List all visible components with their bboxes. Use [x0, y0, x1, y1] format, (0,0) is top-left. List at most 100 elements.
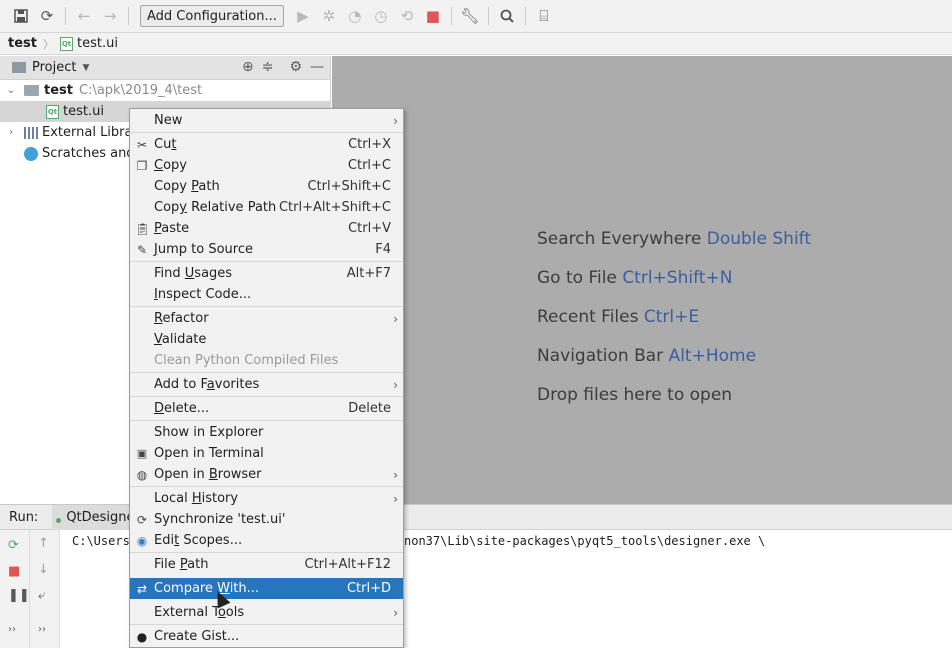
profile-icon[interactable]: ◷: [370, 5, 392, 27]
tree-external-libraries-label: External Librari: [42, 125, 142, 140]
menu-item-paste[interactable]: 📋︎ Paste Ctrl+V: [130, 218, 403, 239]
minimize-icon[interactable]: —: [310, 59, 324, 75]
menu-item-show-in-explorer[interactable]: Show in Explorer: [130, 422, 403, 443]
coverage-icon[interactable]: ◔: [344, 5, 366, 27]
menu-item-delete[interactable]: Delete... Delete: [130, 398, 403, 419]
ui-file-icon: Qt: [59, 36, 73, 51]
menu-item-label: Paste: [154, 221, 190, 236]
menu-item-shortcut: Ctrl+V: [348, 221, 391, 236]
search-icon[interactable]: [496, 5, 518, 27]
pause-icon[interactable]: ❚❚: [8, 588, 30, 603]
paste-icon: 📋︎: [135, 221, 151, 236]
menu-item-jump-to-source[interactable]: ✎ Jump to Source F4: [130, 239, 403, 260]
menu-item-new[interactable]: New ›: [130, 110, 403, 131]
rerun-icon[interactable]: ⟳: [8, 538, 19, 553]
menu-item-add-to-favorites[interactable]: Add to Favorites ›: [130, 374, 403, 395]
tree-root-name: test: [44, 83, 73, 98]
debug-icon[interactable]: ✲: [318, 5, 340, 27]
menu-item-synchronize[interactable]: ⟳ Synchronize 'test.ui': [130, 509, 403, 530]
hint-drop-files: Drop files here to open: [537, 385, 732, 405]
menu-item-find-usages[interactable]: Find Usages Alt+F7: [130, 263, 403, 284]
menu-item-open-in-terminal[interactable]: ▣ Open in Terminal: [130, 443, 403, 464]
running-indicator-icon: [56, 517, 62, 523]
more-actions-icon[interactable]: ››: [8, 624, 16, 635]
more-actions-icon[interactable]: ››: [38, 624, 46, 635]
chevron-right-icon[interactable]: ›: [4, 127, 18, 138]
project-panel-header: Project ▼ ⊕ ≑ ⚙ —: [0, 56, 330, 80]
add-configuration-button[interactable]: Add Configuration...: [140, 5, 284, 27]
back-icon[interactable]: ←: [73, 5, 95, 27]
arrow-down-icon[interactable]: ↓: [38, 562, 49, 577]
menu-item-file-path[interactable]: File Path Ctrl+Alt+F12: [130, 554, 403, 575]
menu-item-external-tools[interactable]: External Tools ›: [130, 602, 403, 623]
menu-item-edit-scopes[interactable]: ◉ Edit Scopes...: [130, 530, 403, 551]
breadcrumb: test 〉 Qt test.ui: [0, 33, 952, 55]
toolbar-separator: [524, 7, 526, 25]
menu-item-open-in-browser[interactable]: ◍ Open in Browser ›: [130, 464, 403, 485]
submenu-arrow-icon: ›: [393, 377, 398, 392]
menu-item-label: File Path: [154, 557, 209, 572]
menu-item-copy[interactable]: ❐ Copy Ctrl+C: [130, 155, 403, 176]
menu-separator: [130, 132, 403, 133]
menu-item-cut[interactable]: ✂ Cut Ctrl+X: [130, 134, 403, 155]
menu-item-shortcut: Alt+F7: [346, 266, 391, 281]
run-icon[interactable]: ▶: [292, 5, 314, 27]
project-view-selector[interactable]: Project ▼: [12, 60, 89, 75]
menu-item-local-history[interactable]: Local History ›: [130, 488, 403, 509]
github-icon: ●: [136, 629, 148, 644]
stop-icon[interactable]: ■: [422, 5, 444, 27]
breadcrumb-separator-icon: 〉: [42, 37, 54, 51]
toolbar-separator: [487, 7, 489, 25]
menu-item-label: Add to Favorites: [154, 377, 260, 392]
menu-item-label: Copy: [154, 158, 187, 173]
menu-item-copy-relative-path[interactable]: Copy Relative Path Ctrl+Alt+Shift+C: [130, 197, 403, 218]
vcs-icon[interactable]: ⌸: [533, 5, 555, 27]
menu-item-create-gist[interactable]: ● Create Gist...: [130, 626, 403, 647]
hint-text: Search Everywhere: [537, 229, 702, 249]
run-toolbar-secondary: ↑ ↓ ⤶ ››: [30, 530, 60, 648]
editor-empty-area[interactable]: Search Everywhere Double Shift Go to Fil…: [332, 56, 952, 504]
menu-separator: [130, 306, 403, 307]
run-label: Run:: [9, 509, 39, 525]
wrench-icon[interactable]: 🔧︎: [459, 5, 481, 27]
chevron-down-icon[interactable]: ⌄: [4, 85, 18, 96]
menu-item-refactor[interactable]: Refactor ›: [130, 308, 403, 329]
menu-item-validate[interactable]: Validate: [130, 329, 403, 350]
collapse-all-icon[interactable]: ≑: [262, 59, 274, 75]
hint-recent-files: Recent Files Ctrl+E: [537, 307, 699, 327]
submenu-arrow-icon: ›: [393, 311, 398, 326]
save-icon[interactable]: [10, 5, 32, 27]
locate-icon[interactable]: ⊕: [242, 59, 254, 75]
hint-shortcut: Ctrl+E: [643, 307, 700, 327]
tree-item-root[interactable]: ⌄ test C:\apk\2019_4\test: [0, 80, 330, 101]
menu-item-inspect-code[interactable]: Inspect Code...: [130, 284, 403, 305]
breadcrumb-file[interactable]: test.ui: [77, 36, 118, 51]
run-toolbar-primary: ⟳ ■ ❚❚ ››: [0, 530, 30, 648]
menu-item-label: Delete...: [154, 401, 210, 416]
submenu-arrow-icon: ›: [393, 491, 398, 506]
menu-item-copy-path[interactable]: Copy Path Ctrl+Shift+C: [130, 176, 403, 197]
hint-shortcut: Alt+Home: [668, 346, 757, 366]
menu-item-label: Find Usages: [154, 266, 233, 281]
scissors-icon: ✂: [136, 137, 148, 152]
menu-separator: [130, 624, 403, 625]
sync-icon[interactable]: ⟳: [36, 5, 58, 27]
breadcrumb-project[interactable]: test: [8, 36, 37, 51]
pencil-icon: ✎: [136, 242, 148, 257]
forward-icon[interactable]: →: [99, 5, 121, 27]
stop-icon[interactable]: ■: [8, 564, 20, 579]
rerun-icon[interactable]: ⟲: [396, 5, 418, 27]
scope-icon: ◉: [136, 533, 148, 548]
menu-item-label: External Tools: [154, 605, 245, 620]
gear-icon[interactable]: ⚙: [289, 59, 302, 75]
hint-text: Go to File: [537, 268, 617, 288]
menu-separator: [130, 552, 403, 553]
menu-item-compare-with[interactable]: ⇄ Compare With... Ctrl+D: [130, 578, 403, 599]
soft-wrap-icon[interactable]: ⤶: [38, 588, 45, 603]
arrow-up-icon[interactable]: ↑: [38, 536, 49, 551]
menu-separator: [130, 420, 403, 421]
menu-item-label: New: [154, 113, 183, 128]
menu-item-label: Synchronize 'test.ui': [154, 512, 286, 527]
menu-item-label: Jump to Source: [154, 242, 253, 257]
menu-item-label: Copy Path: [154, 179, 220, 194]
